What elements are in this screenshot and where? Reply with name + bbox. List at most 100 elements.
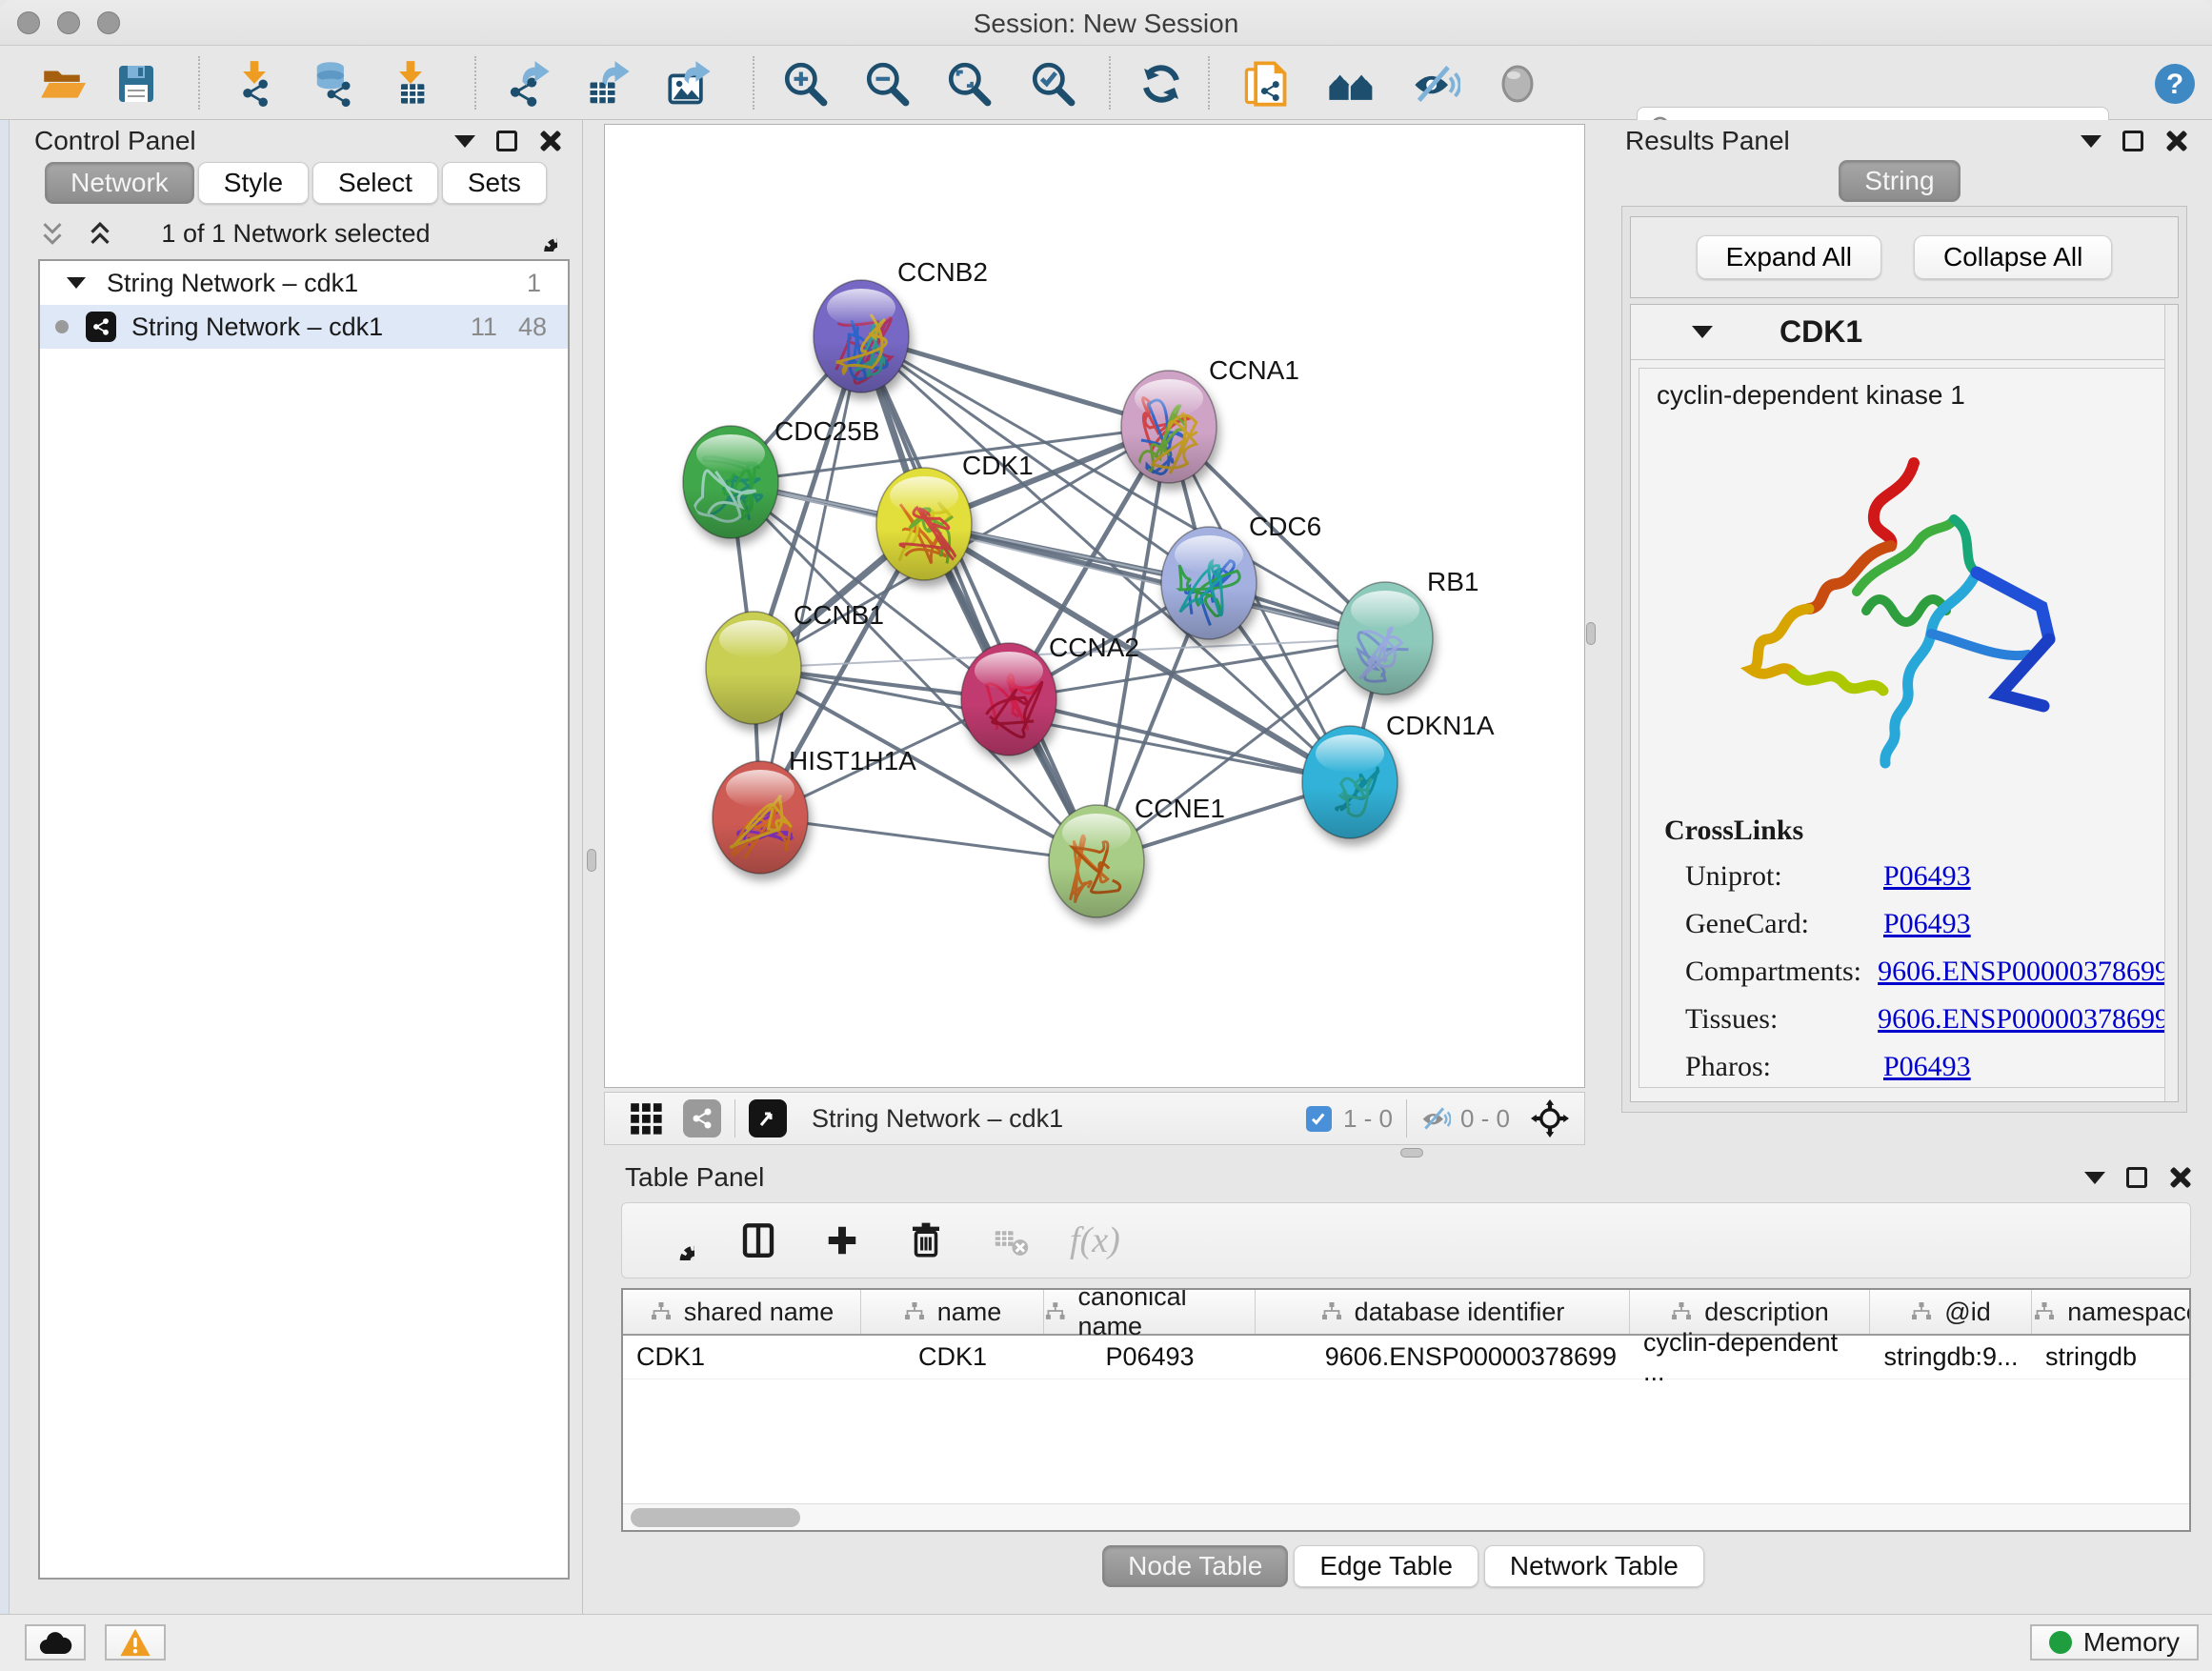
table-row[interactable]: CDK1CDK1P064939606.ENSP00000378699cyclin… [623, 1336, 2189, 1379]
tab-edge-table[interactable]: Edge Table [1294, 1545, 1478, 1587]
network-node-cdc6[interactable] [1161, 527, 1257, 639]
table-cell[interactable]: CDK1 [623, 1336, 861, 1379]
panel-menu-icon[interactable] [2084, 1172, 2105, 1184]
table-cell[interactable]: 9606.ENSP00000378699 [1256, 1336, 1630, 1379]
tab-network[interactable]: Network [45, 162, 194, 204]
panel-float-icon[interactable] [496, 131, 517, 151]
panel-close-icon[interactable] [538, 130, 561, 152]
save-session-button[interactable] [111, 58, 162, 110]
network-node-hist1h1a[interactable] [713, 761, 808, 874]
table-cell[interactable]: CDK1 [861, 1336, 1044, 1379]
show-columns-icon[interactable] [734, 1217, 782, 1264]
show-all-networks-button[interactable] [1326, 58, 1377, 110]
table-settings-gear-icon[interactable] [651, 1217, 698, 1264]
status-bar: Memory [0, 1614, 2212, 1671]
add-column-icon[interactable] [818, 1217, 866, 1264]
selected-nodes-checkbox[interactable] [1306, 1106, 1332, 1132]
network-edge[interactable] [861, 336, 1096, 861]
cloud-status-button[interactable] [25, 1624, 86, 1661]
network-node-cdc25b[interactable] [683, 426, 778, 538]
tab-sets[interactable]: Sets [442, 162, 547, 204]
network-canvas[interactable]: CCNB2CCNA1CDC25BCDK1CDC6RB1CCNB1CCNA2CDK… [604, 124, 1585, 1088]
column-header-namespace[interactable]: namespace [2032, 1290, 2191, 1334]
results-scrollbar[interactable] [2164, 305, 2178, 1101]
panel-close-icon[interactable] [2164, 130, 2187, 152]
tab-node-table[interactable]: Node Table [1102, 1545, 1288, 1587]
birdseye-grid-icon[interactable] [628, 1100, 664, 1137]
tab-style[interactable]: Style [198, 162, 309, 204]
panel-float-icon[interactable] [2126, 1167, 2147, 1188]
network-collection-row[interactable]: String Network – cdk1 1 [40, 261, 568, 305]
open-in-window-icon[interactable] [749, 1099, 787, 1137]
fit-selection-crosshair-icon[interactable] [1531, 1099, 1569, 1137]
collection-expander-icon[interactable] [67, 277, 86, 289]
open-folder-icon [38, 60, 86, 108]
network-node-cdkn1a[interactable] [1302, 726, 1398, 838]
scrollbar-thumb[interactable] [631, 1508, 800, 1527]
panel-menu-icon[interactable] [2081, 135, 2101, 148]
zoom-out-icon [863, 60, 911, 108]
expand-all-button[interactable]: Expand All [1697, 235, 1881, 279]
right-splitter-handle[interactable] [1586, 622, 1596, 645]
import-network-from-file-button[interactable] [229, 58, 280, 110]
column-header-canonical-name[interactable]: canonical name [1044, 1290, 1256, 1334]
refresh-button[interactable] [1136, 58, 1187, 110]
network-edge[interactable] [760, 817, 1096, 861]
crosslink-link[interactable]: P06493 [1883, 1051, 1971, 1083]
warnings-button[interactable] [105, 1624, 166, 1661]
function-builder-button-disabled: f(x) [1070, 1217, 1120, 1264]
network-node-ccnb1[interactable] [706, 612, 801, 724]
crosslink-link[interactable]: 9606.ENSP00000378699 [1878, 1003, 2169, 1036]
table-cell[interactable]: stringdb:9... [1870, 1336, 2032, 1379]
column-header-name[interactable]: name [861, 1290, 1044, 1334]
column-header-shared-name[interactable]: shared name [623, 1290, 861, 1334]
network-node-cdk1[interactable] [876, 468, 972, 580]
table-cell[interactable]: stringdb [2032, 1336, 2191, 1379]
panel-float-icon[interactable] [2122, 131, 2143, 151]
network-node-ccna2[interactable] [961, 643, 1056, 755]
column-header-id[interactable]: @id [1870, 1290, 2032, 1334]
table-cell[interactable]: P06493 [1044, 1336, 1256, 1379]
network-node-ccna1[interactable] [1121, 371, 1217, 483]
zoom-selected-button[interactable] [1027, 58, 1078, 110]
crosslink-link[interactable]: P06493 [1883, 908, 1971, 940]
table-horizontal-scrollbar[interactable] [623, 1503, 2189, 1530]
delete-column-trash-icon[interactable] [902, 1217, 950, 1264]
horizontal-splitter-handle[interactable] [1400, 1148, 1423, 1158]
export-table-icon [584, 59, 633, 109]
export-table-button[interactable] [583, 58, 634, 110]
zoom-in-button[interactable] [779, 58, 831, 110]
import-network-from-database-button[interactable] [307, 58, 358, 110]
network-status-dot [55, 320, 69, 333]
memory-button[interactable]: Memory [2030, 1624, 2199, 1661]
network-type-icon[interactable] [683, 1099, 721, 1137]
crosslinks-heading: CrossLinks [1664, 815, 2169, 847]
hide-graphics-details-button[interactable] [1410, 58, 1461, 110]
gene-expander-icon[interactable] [1692, 326, 1713, 338]
network-row-selected[interactable]: String Network – cdk1 11 48 [40, 305, 568, 349]
crosslink-row: GeneCard:P06493 [1664, 908, 2169, 940]
tab-select[interactable]: Select [312, 162, 438, 204]
open-session-button[interactable] [36, 58, 88, 110]
show-graphics-details-button[interactable] [1492, 58, 1543, 110]
left-splitter-handle[interactable] [587, 849, 596, 872]
export-image-button[interactable] [665, 58, 716, 110]
column-header-database-identifier[interactable]: database identifier [1256, 1290, 1630, 1334]
export-network-button[interactable] [503, 58, 554, 110]
panel-menu-icon[interactable] [454, 135, 475, 148]
network-node-ccnb2[interactable] [814, 280, 909, 393]
tab-network-table[interactable]: Network Table [1484, 1545, 1704, 1587]
import-table-from-file-button[interactable] [385, 58, 436, 110]
network-node-rb1[interactable] [1337, 582, 1433, 695]
network-node-ccne1[interactable] [1049, 805, 1144, 917]
network-from-file-button[interactable] [1240, 58, 1292, 110]
zoom-fit-button[interactable] [943, 58, 995, 110]
tab-string[interactable]: String [1839, 160, 1960, 202]
collapse-all-button[interactable]: Collapse All [1914, 235, 2112, 279]
panel-close-icon[interactable] [2168, 1166, 2191, 1189]
zoom-out-button[interactable] [861, 58, 913, 110]
crosslink-link[interactable]: P06493 [1883, 860, 1971, 893]
table-cell[interactable]: cyclin-dependent ... [1630, 1336, 1870, 1379]
help-button[interactable]: ? [2149, 58, 2201, 110]
crosslink-link[interactable]: 9606.ENSP00000378699 [1878, 956, 2169, 988]
